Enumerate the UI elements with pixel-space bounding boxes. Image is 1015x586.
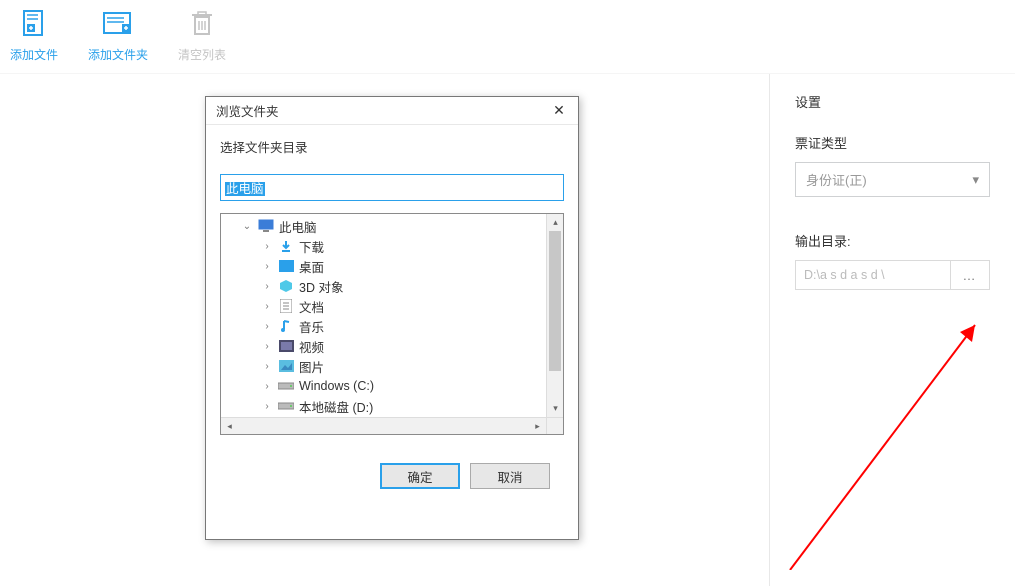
tree-item-label: 桌面 [299,257,324,276]
doc-type-label: 票证类型 [795,133,990,152]
tree-item-label: 本地磁盘 (D:) [299,397,373,416]
chevron-down-icon: ▾ [972,172,979,188]
dialog-title: 浏览文件夹 [216,101,279,120]
doc-type-value: 身份证(正) [806,170,867,189]
vertical-scrollbar[interactable]: ▴ ▾ [546,214,563,417]
scroll-up-icon[interactable]: ▴ [547,214,564,231]
tree-item-label: Windows (C:) [299,379,374,393]
add-folder-icon [98,6,138,42]
add-file-icon [14,6,54,42]
expand-arrow-icon[interactable] [261,401,273,412]
browse-folder-dialog: 浏览文件夹 ✕ 选择文件夹目录 此电脑 此电脑下载桌面3D 对象文档音乐视频图片… [205,96,579,540]
tree-item[interactable]: 图片 [225,356,546,376]
tree-item-label: 此电脑 [279,217,317,236]
horizontal-scrollbar[interactable]: ◂ ▸ [221,417,546,434]
tree-item[interactable]: 文档 [225,296,546,316]
tree-item[interactable]: 本地磁盘 (D:) [225,396,546,416]
add-file-label: 添加文件 [10,46,58,63]
tree-item-label: 文档 [299,297,324,316]
tree-item-label: 3D 对象 [299,277,343,296]
clear-list-button[interactable]: 清空列表 [178,6,226,63]
expand-arrow-icon[interactable] [261,341,273,352]
expand-arrow-icon[interactable] [261,261,273,272]
scroll-down-icon[interactable]: ▾ [547,400,564,417]
doc-icon [277,299,295,313]
drive-icon [277,401,295,411]
music-icon [277,319,295,333]
tree-item-label: 视频 [299,337,324,356]
folder-path-input[interactable]: 此电脑 [220,174,564,201]
close-icon[interactable]: ✕ [544,102,574,119]
ok-button[interactable]: 确定 [380,463,460,489]
dialog-titlebar: 浏览文件夹 ✕ [206,97,578,125]
output-dir-label: 输出目录: [795,231,990,250]
folder-path-value: 此电脑 [225,182,265,196]
cancel-button[interactable]: 取消 [470,463,550,489]
expand-arrow-icon[interactable] [261,361,273,372]
desktop-icon [277,260,295,272]
add-folder-label: 添加文件夹 [88,46,148,63]
settings-title: 设置 [795,92,990,111]
scroll-left-icon[interactable]: ◂ [221,418,238,435]
folder-tree: 此电脑下载桌面3D 对象文档音乐视频图片 Windows (C:) 本地磁盘 (D:… [220,213,564,435]
expand-arrow-icon[interactable] [261,301,273,312]
video-icon [277,340,295,352]
drive-icon [277,381,295,391]
settings-panel: 设置 票证类型 身份证(正) ▾ 输出目录: D:\a s d a s d \ … [770,74,1015,586]
tree-item[interactable]: 3D 对象 [225,276,546,296]
scroll-right-icon[interactable]: ▸ [529,418,546,435]
dialog-subtitle: 选择文件夹目录 [220,137,564,156]
tree-item[interactable]: 桌面 [225,256,546,276]
expand-arrow-icon[interactable] [261,321,273,332]
output-browse-button[interactable]: … [950,260,990,290]
add-folder-button[interactable]: 添加文件夹 [88,6,148,63]
tree-item[interactable]: 下载 [225,236,546,256]
tree-item[interactable]: 音乐 [225,316,546,336]
tree-item[interactable]: 此电脑 [225,216,546,236]
tree-item[interactable]: 视频 [225,336,546,356]
scrollbar-corner [546,417,563,434]
top-toolbar: 添加文件 添加文件夹 清空列表 [0,0,1015,74]
pc-icon [257,219,275,233]
3d-icon [277,279,295,293]
output-dir-input[interactable]: D:\a s d a s d \ [795,260,950,290]
tree-item-label: 音乐 [299,317,324,336]
pic-icon [277,360,295,372]
add-file-button[interactable]: 添加文件 [10,6,58,63]
tree-item-label: 图片 [299,357,324,376]
download-icon [277,239,295,253]
expand-arrow-icon[interactable] [261,281,273,292]
expand-arrow-icon[interactable] [261,241,273,252]
scroll-thumb[interactable] [549,231,561,371]
doc-type-select[interactable]: 身份证(正) ▾ [795,162,990,197]
trash-icon [182,6,222,42]
clear-list-label: 清空列表 [178,46,226,63]
expand-arrow-icon[interactable] [241,221,253,232]
tree-item-label: 下载 [299,237,324,256]
tree-item[interactable]: Windows (C:) [225,376,546,396]
expand-arrow-icon[interactable] [261,381,273,392]
